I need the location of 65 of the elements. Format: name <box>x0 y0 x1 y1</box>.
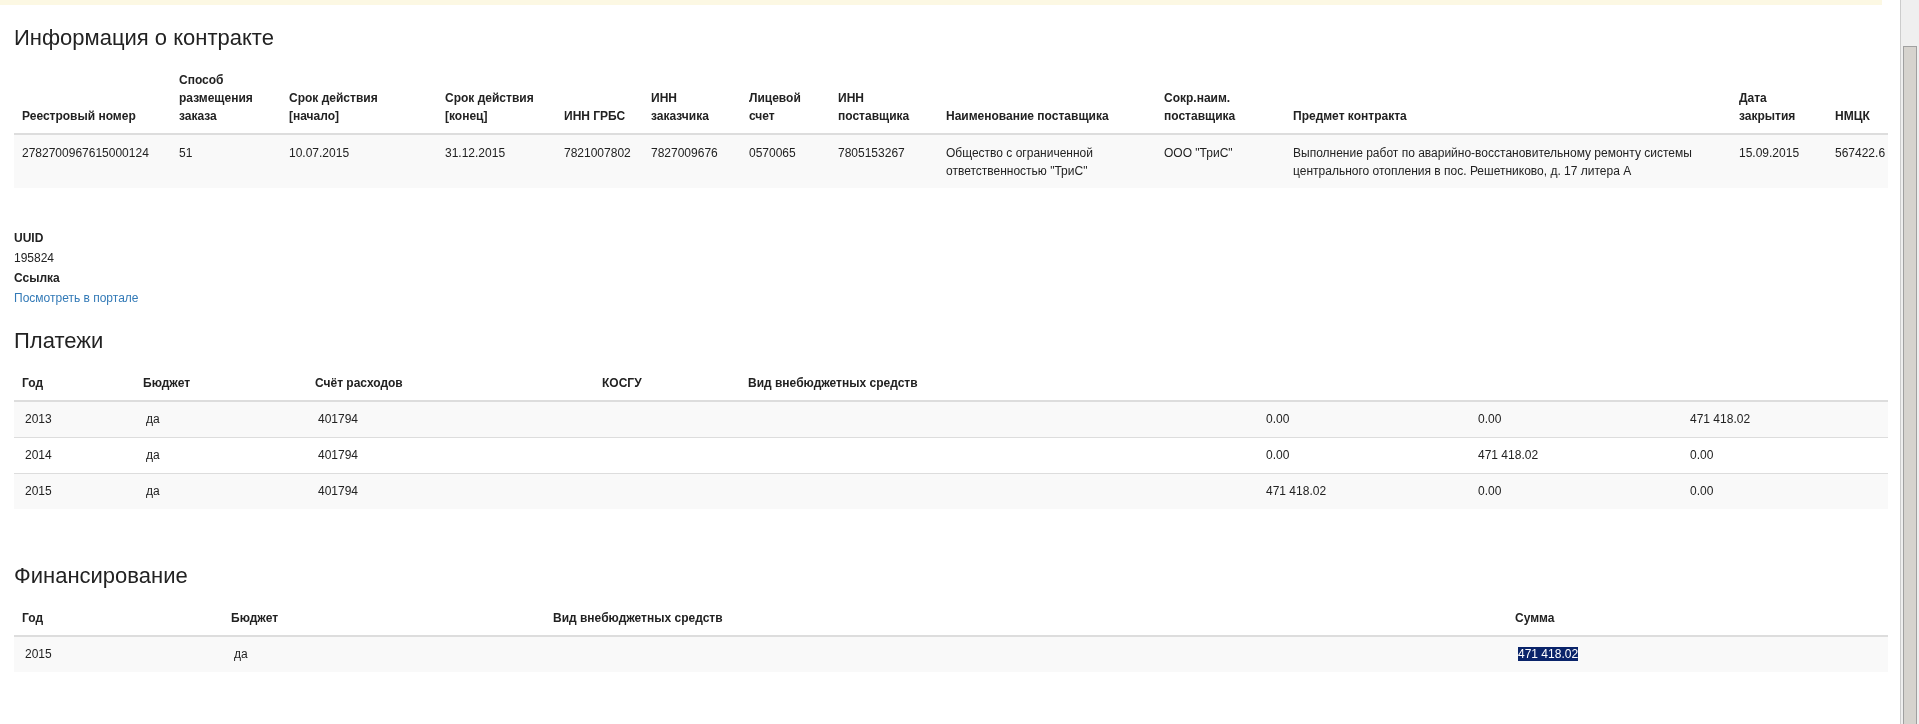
table-cell: Общество с ограниченной ответственностью "ТриС" <box>946 146 1093 178</box>
column-header: Срок действия [конец] <box>445 91 534 123</box>
column-header: ИНН ГРБС <box>564 109 626 123</box>
table-cell: 0.00 <box>1690 484 1714 498</box>
column-header: НМЦК <box>1835 109 1870 123</box>
table-cell: 31.12.2015 <box>445 146 506 160</box>
selected-text: 471 418.02 <box>1518 647 1579 661</box>
table-cell: 471 418.02 <box>1266 484 1327 498</box>
column-header: Предмет контракта <box>1293 109 1407 123</box>
table-cell: 0570065 <box>749 146 796 160</box>
column-header: Наименование поставщика <box>946 109 1109 123</box>
field-value: 195824 <box>14 250 56 267</box>
table-cell: да <box>146 484 160 498</box>
column-header: Бюджет <box>231 611 279 625</box>
table-cell: 2782700967615000124 <box>22 146 149 160</box>
field-label: UUID <box>14 230 45 247</box>
column-header: Вид внебюджетных средств <box>748 376 918 390</box>
column-header: Вид внебюджетных средств <box>553 611 723 625</box>
column-header: Год <box>22 376 43 390</box>
table-cell: 0.00 <box>1690 448 1714 462</box>
column-header: Срок действия [начало] <box>289 91 378 123</box>
column-header: Год <box>22 611 43 625</box>
section-title: Информация о контракте <box>14 25 275 51</box>
table-cell: 0.00 <box>1478 412 1502 426</box>
table-cell: да <box>146 448 160 462</box>
table-cell: 471 418.02 <box>1690 412 1751 426</box>
column-header: Счёт расходов <box>315 376 403 390</box>
table-cell: Выполнение работ по аварийно-восстановительному ремонту системы центрального отопления в пос. Решетниково, д. 17 литера А <box>1293 146 1692 178</box>
table-cell: 2015 <box>25 647 52 661</box>
column-header: Сокр.наим. поставщика <box>1164 91 1236 123</box>
field-label: Ссылка <box>14 270 61 287</box>
column-header: Дата закрытия <box>1739 91 1796 123</box>
table-cell: 0.00 <box>1266 448 1290 462</box>
portal-link[interactable]: Посмотреть в портале <box>14 288 139 308</box>
table-cell: 15.09.2015 <box>1739 146 1800 160</box>
table-cell: 7805153267 <box>838 146 905 160</box>
table-cell: 401794 <box>318 412 359 426</box>
table-cell: 0.00 <box>1478 484 1502 498</box>
table-cell: 401794 <box>318 484 359 498</box>
table-cell: 0.00 <box>1266 412 1290 426</box>
table-cell: 2014 <box>25 448 52 462</box>
scrollbar-thumb[interactable] <box>1903 46 1917 724</box>
table-cell: 7821007802 <box>564 146 631 160</box>
table-cell: да <box>234 647 248 661</box>
column-header: Лицевой счет <box>749 91 801 123</box>
table-cell: 2015 <box>25 484 52 498</box>
column-header: ИНН заказчика <box>651 91 709 123</box>
table-cell: 2013 <box>25 412 52 426</box>
column-header: КОСГУ <box>602 376 642 390</box>
section-title: Финансирование <box>14 563 189 589</box>
column-header: Бюджет <box>143 376 191 390</box>
table-cell: 567422.6 <box>1835 146 1886 160</box>
table-cell: 51 <box>179 146 193 160</box>
column-header: ИНН поставщика <box>838 91 910 123</box>
column-header: Реестровый номер <box>22 109 136 123</box>
table-cell: 471 418.02 <box>1478 448 1539 462</box>
column-header: Способ размещения заказа <box>179 73 253 123</box>
table-cell: да <box>146 412 160 426</box>
table-cell: 7827009676 <box>651 146 718 160</box>
section-title: Платежи <box>14 328 105 354</box>
table-cell: ООО "ТриС" <box>1164 146 1233 160</box>
table-cell: 10.07.2015 <box>289 146 350 160</box>
column-header: Сумма <box>1515 611 1555 625</box>
scrollbar[interactable] <box>1900 0 1919 724</box>
table-cell: 401794 <box>318 448 359 462</box>
